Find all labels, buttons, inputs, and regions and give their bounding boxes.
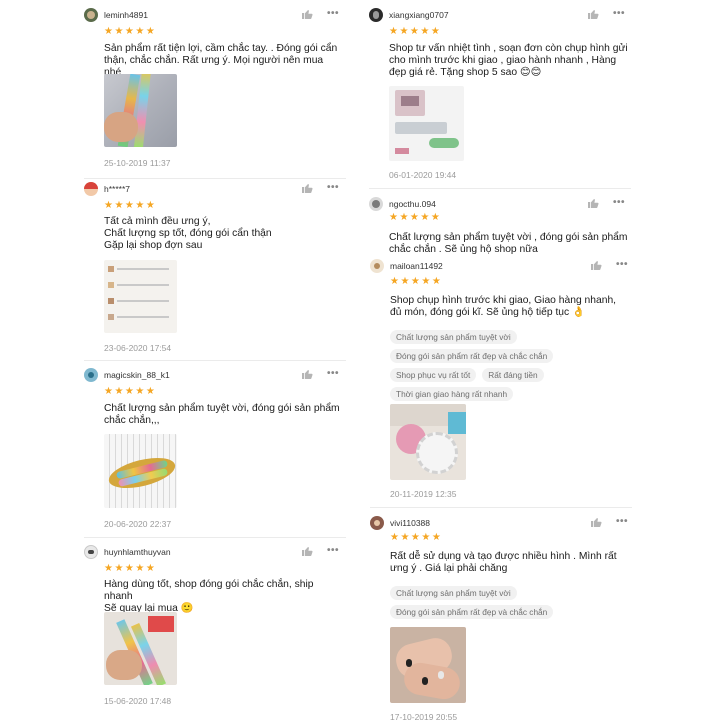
username[interactable]: mailoan11492 [390, 259, 443, 273]
username[interactable]: leminh4891 [104, 8, 148, 22]
review-divider [84, 360, 346, 361]
review-date: 06-01-2020 19:44 [389, 170, 457, 180]
review-comment: Tất cả mình đều ưng ý, Chất lượng sp tốt… [104, 216, 272, 251]
avatar[interactable] [84, 545, 98, 559]
rating-stars: ★★★★★ [389, 212, 442, 223]
review-divider [369, 188, 631, 189]
review-date: 23-06-2020 17:54 [104, 343, 172, 353]
review-tag: Thời gian giao hàng rất nhanh [390, 387, 514, 401]
review-comment: Hàng dùng tốt, shop đóng gói chắc chắn, … [104, 579, 314, 614]
avatar[interactable] [370, 516, 384, 530]
more-options-icon[interactable]: ••• [613, 197, 625, 209]
avatar[interactable] [369, 8, 383, 22]
more-options-icon[interactable]: ••• [616, 516, 628, 528]
username[interactable]: h*****7 [104, 182, 130, 196]
review-divider [370, 507, 632, 508]
rating-stars: ★★★★★ [104, 26, 157, 37]
review-item: huynhlamthuyvan ••• ★★★★★ Hàng dùng tốt,… [84, 545, 346, 709]
review-comment: Shop chụp hình trước khi giao, Giao hàng… [390, 295, 617, 318]
review-tag: Shop phục vụ rất tốt [390, 368, 477, 382]
more-options-icon[interactable]: ••• [613, 8, 625, 20]
review-item: magicskin_88_k1 ••• ★★★★★ Chất lượng sản… [84, 368, 346, 530]
rating-stars: ★★★★★ [104, 563, 157, 574]
review-divider [84, 537, 346, 538]
avatar[interactable] [84, 8, 98, 22]
review-date: 15-06-2020 17:48 [104, 696, 172, 706]
username[interactable]: ngocthu.094 [389, 197, 436, 211]
thumbs-up-icon[interactable] [301, 368, 313, 380]
username[interactable]: xiangxiang0707 [389, 8, 449, 22]
thumbs-up-icon[interactable] [590, 259, 602, 271]
avatar[interactable] [84, 182, 98, 196]
review-date: 25-10-2019 11:37 [104, 158, 171, 168]
review-date: 20-11-2019 12:35 [390, 489, 457, 499]
more-options-icon[interactable]: ••• [327, 182, 339, 194]
review-tag: Đóng gói sản phẩm rất đẹp và chắc chắn [390, 349, 554, 363]
thumbs-up-icon[interactable] [587, 197, 599, 209]
review-date: 17-10-2019 20:55 [390, 712, 458, 720]
review-photo[interactable] [104, 74, 177, 147]
more-options-icon[interactable]: ••• [616, 259, 628, 271]
thumbs-up-icon[interactable] [590, 516, 602, 528]
review-item: ngocthu.094 ••• ★★★★★ Chất lượng sản phẩ… [369, 197, 631, 255]
rating-stars: ★★★★★ [104, 386, 157, 397]
avatar[interactable] [369, 197, 383, 211]
review-divider [84, 178, 346, 179]
username[interactable]: huynhlamthuyvan [104, 545, 171, 559]
review-tag: Đóng gói sản phẩm rất đẹp và chắc chắn [390, 605, 554, 619]
review-photo[interactable] [390, 627, 466, 703]
more-options-icon[interactable]: ••• [327, 8, 339, 20]
username[interactable]: magicskin_88_k1 [104, 368, 170, 382]
review-photo[interactable] [390, 404, 466, 480]
review-photo[interactable] [104, 260, 177, 333]
thumbs-up-icon[interactable] [587, 8, 599, 20]
rating-stars: ★★★★★ [104, 200, 157, 211]
more-options-icon[interactable]: ••• [327, 545, 339, 557]
avatar[interactable] [370, 259, 384, 273]
avatar[interactable] [84, 368, 98, 382]
review-photo[interactable] [104, 434, 177, 508]
review-comment: Shop tư vấn nhiệt tình , soạn đơn còn ch… [389, 43, 628, 78]
review-item: vivi110388 ••• ★★★★★ Rất dễ sử dụng và t… [370, 516, 632, 720]
review-comment: Chất lượng sản phẩm tuyệt vời, đóng gói … [104, 403, 340, 426]
review-tag: Rất đáng tiền [482, 368, 544, 382]
review-item: xiangxiang0707 ••• ★★★★★ Shop tư vấn nhi… [369, 8, 631, 186]
review-tags: Chất lượng sản phẩm tuyệt vời Đóng gói s… [390, 586, 554, 624]
username[interactable]: vivi110388 [390, 516, 430, 530]
review-item: mailoan11492 ••• ★★★★★ Shop chụp hình tr… [370, 259, 632, 503]
review-comment: Rất dễ sử dụng và tạo được nhiều hình . … [390, 551, 617, 574]
rating-stars: ★★★★★ [389, 26, 442, 37]
thumbs-up-icon[interactable] [301, 182, 313, 194]
review-item: leminh4891 ••• ★★★★★ Sản phẩm rất tiện l… [84, 8, 346, 172]
thumbs-up-icon[interactable] [301, 8, 313, 20]
review-item: h*****7 ••• ★★★★★ Tất cả mình đều ưng ý,… [84, 182, 346, 354]
thumbs-up-icon[interactable] [301, 545, 313, 557]
review-tags: Chất lượng sản phẩm tuyệt vời Đóng gói s… [390, 330, 554, 406]
review-tag: Chất lượng sản phẩm tuyệt vời [390, 330, 517, 344]
rating-stars: ★★★★★ [390, 532, 443, 543]
review-tag: Chất lượng sản phẩm tuyệt vời [390, 586, 517, 600]
rating-stars: ★★★★★ [390, 276, 443, 287]
more-options-icon[interactable]: ••• [327, 368, 339, 380]
review-photo[interactable] [389, 86, 464, 161]
review-comment: Chất lượng sản phẩm tuyệt vời , đóng gói… [389, 232, 628, 255]
review-date: 20-06-2020 22:37 [104, 519, 172, 529]
review-photo[interactable] [104, 612, 177, 685]
